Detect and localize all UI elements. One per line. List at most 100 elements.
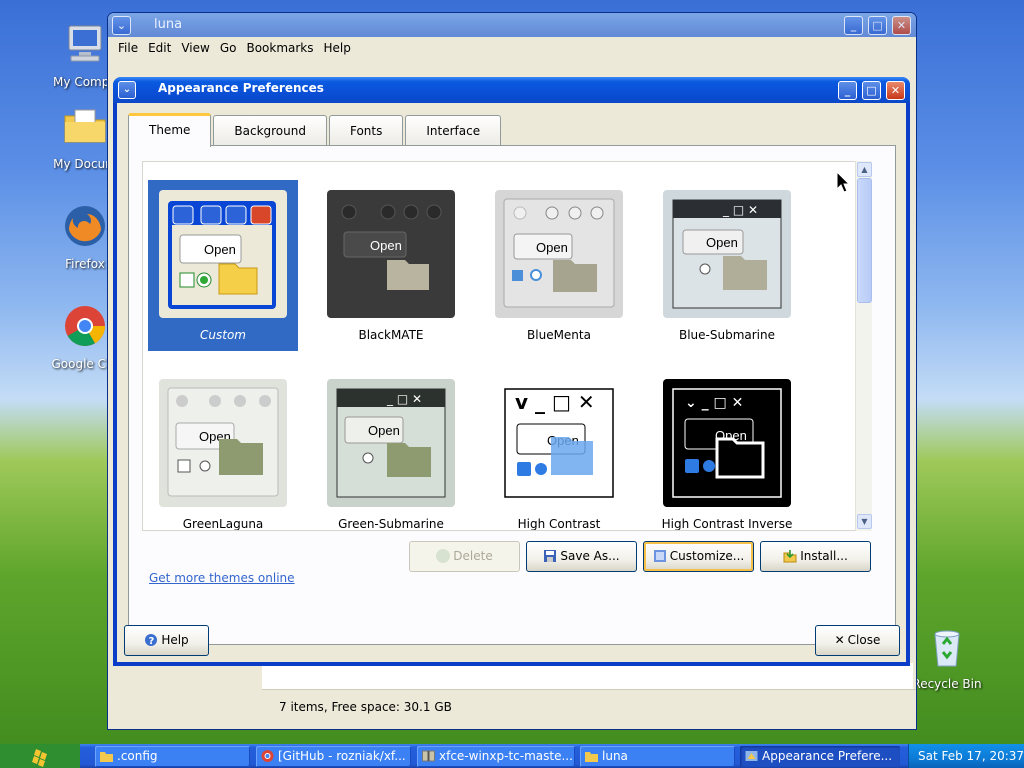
delete-icon — [436, 549, 451, 563]
theme-label: Green-Submarine — [338, 517, 444, 531]
computer-icon — [68, 25, 102, 62]
help-button[interactable]: ? Help — [124, 625, 209, 656]
theme-label: GreenLaguna — [182, 517, 264, 531]
theme-list[interactable]: Open Custom Open BlackMATE Open BlueMent… — [142, 161, 870, 531]
theme-label: Blue-Submarine — [678, 328, 776, 342]
theme-thumbnail: ⌄ _ □ ✕ Open — [663, 379, 791, 507]
thumb-open-text: Open — [706, 235, 738, 250]
menu-help[interactable]: Help — [324, 37, 351, 59]
close-window-button[interactable]: ✕ — [886, 81, 905, 100]
theme-thumbnail: Open — [495, 190, 623, 318]
theme-preview-blue-submarine: _ □ ✕ Open — [672, 199, 782, 309]
theme-item-custom[interactable]: Open Custom — [148, 180, 298, 351]
theme-label: BlueMenta — [527, 328, 591, 342]
svg-text:⌄ _ □ ✕: ⌄ _ □ ✕ — [685, 395, 743, 411]
recycle-bin-icon — [934, 630, 960, 667]
maximize-button[interactable]: □ — [862, 81, 881, 100]
svg-text:v _ □ ✕: v _ □ ✕ — [515, 390, 595, 414]
dialog-title: Appearance Preferences — [158, 81, 324, 95]
theme-preview-high-contrast: v _ □ ✕ Open — [504, 388, 614, 498]
minimize-button[interactable]: _ — [844, 16, 863, 35]
taskbar-item-github[interactable]: [GitHub - rozniak/xf... — [256, 746, 411, 767]
theme-preview-bluementa: Open — [503, 198, 615, 308]
theme-preview-greenlaguna: Open — [167, 387, 279, 497]
scroll-up-arrow[interactable]: ▲ — [857, 162, 872, 177]
save-as-button[interactable]: Save As... — [526, 541, 637, 572]
svg-text:_ □ ✕: _ □ ✕ — [722, 203, 758, 217]
mouse-cursor-icon — [836, 171, 850, 193]
theme-preview-custom: Open — [168, 201, 276, 309]
customize-button[interactable]: Customize... — [643, 541, 754, 572]
scroll-thumb[interactable] — [857, 178, 872, 303]
folder-icon — [585, 752, 598, 762]
start-logo-icon — [0, 744, 80, 768]
menu-file[interactable]: File — [118, 37, 138, 59]
close-button[interactable]: ✕ — [892, 16, 911, 35]
theme-item-greenlaguna[interactable]: Open GreenLaguna — [148, 369, 298, 531]
thumb-open-text: Open — [368, 423, 400, 438]
theme-preview-blackmate: Open — [341, 204, 442, 290]
theme-item-blackmate[interactable]: Open BlackMATE — [316, 180, 466, 351]
theme-thumbnail: Open — [327, 190, 455, 318]
folder-icon — [100, 752, 113, 762]
theme-thumbnail: Open — [159, 190, 287, 318]
firefox-icon — [65, 206, 105, 246]
dialog-titlebar[interactable]: ⌄ Appearance Preferences _ □ ✕ — [113, 77, 910, 103]
appearance-icon — [745, 751, 758, 761]
close-button[interactable]: ✕ Close — [815, 625, 900, 656]
tab-bar: Theme Background Fonts Interface — [128, 113, 502, 147]
documents-folder-icon — [64, 109, 106, 143]
install-icon — [783, 550, 797, 563]
close-icon: ✕ — [834, 633, 845, 647]
save-icon — [544, 550, 557, 562]
taskbar-item-config[interactable]: .config — [95, 746, 250, 767]
theme-item-high-contrast[interactable]: v _ □ ✕ Open High Contrast — [484, 369, 634, 531]
theme-list-scrollbar[interactable]: ▲ ▼ — [855, 161, 872, 531]
system-clock[interactable]: Sat Feb 17, 20:37 — [908, 744, 1024, 768]
theme-thumbnail: _ □ ✕ Open — [663, 190, 791, 318]
minimize-button[interactable]: _ — [838, 81, 857, 100]
theme-item-high-contrast-inverse[interactable]: ⌄ _ □ ✕ Open High Contrast Inverse — [652, 369, 802, 530]
thumb-open-text: Open — [204, 242, 236, 257]
menu-edit[interactable]: Edit — [148, 37, 171, 59]
theme-item-bluementa[interactable]: Open BlueMenta — [484, 180, 634, 351]
theme-preview-green-submarine: _ □ ✕ Open — [336, 388, 446, 498]
scroll-down-arrow[interactable]: ▼ — [857, 514, 872, 529]
status-bar: 7 items, Free space: 30.1 GB — [262, 689, 916, 729]
svg-text:?: ? — [149, 636, 155, 647]
taskbar-item-appearance[interactable]: Appearance Prefere... — [740, 746, 900, 767]
theme-item-green-submarine[interactable]: _ □ ✕ Open Green-Submarine — [316, 369, 466, 531]
window-menu-button[interactable]: ⌄ — [112, 16, 131, 35]
theme-thumbnail: v _ □ ✕ Open — [495, 379, 623, 507]
taskbar-item-xfce-winxp[interactable]: xfce-winxp-tc-maste... — [417, 746, 575, 767]
customize-icon — [653, 550, 666, 562]
theme-panel: Open Custom Open BlackMATE Open BlueMent… — [128, 145, 896, 645]
menu-bookmarks[interactable]: Bookmarks — [246, 37, 313, 59]
window-menu-button[interactable]: ⌄ — [118, 81, 136, 99]
install-button[interactable]: Install... — [760, 541, 871, 572]
get-more-themes-link[interactable]: Get more themes online — [149, 571, 295, 585]
appearance-preferences-dialog: ⌄ Appearance Preferences _ □ ✕ Theme Bac… — [113, 77, 910, 666]
tab-background[interactable]: Background — [213, 115, 327, 146]
theme-label: High Contrast — [517, 517, 601, 531]
tab-interface[interactable]: Interface — [405, 115, 502, 146]
maximize-button[interactable]: □ — [868, 16, 887, 35]
file-manager-titlebar[interactable]: ⌄ luna _ □ ✕ — [108, 13, 916, 37]
menu-view[interactable]: View — [181, 37, 209, 59]
tab-theme[interactable]: Theme — [128, 113, 212, 147]
file-manager-title: luna — [154, 17, 183, 32]
file-manager-menubar: File Edit View Go Bookmarks Help — [108, 37, 916, 59]
taskbar-item-luna[interactable]: luna — [580, 746, 735, 767]
tab-fonts[interactable]: Fonts — [328, 115, 404, 146]
dialog-body: Theme Background Fonts Interface Open Cu… — [117, 103, 906, 662]
archive-icon — [422, 750, 435, 762]
svg-text:_ □ ✕: _ □ ✕ — [386, 392, 422, 406]
delete-button[interactable]: Delete — [409, 541, 520, 572]
menu-go[interactable]: Go — [220, 37, 237, 59]
thumb-open-text: Open — [536, 240, 568, 255]
help-icon: ? — [145, 634, 158, 647]
file-view-area[interactable] — [262, 663, 913, 691]
theme-thumbnail: _ □ ✕ Open — [327, 379, 455, 507]
theme-item-blue-submarine[interactable]: _ □ ✕ Open Blue-Submarine — [652, 180, 802, 351]
start-button[interactable] — [0, 744, 80, 768]
